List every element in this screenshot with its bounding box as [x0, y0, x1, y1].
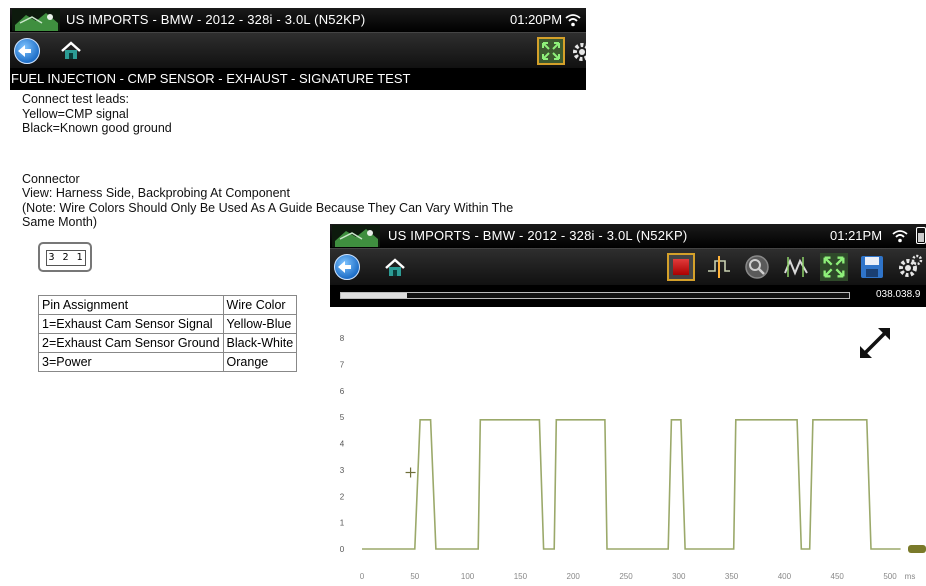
- x-tick-label: 0: [360, 572, 365, 581]
- wifi-icon: [565, 14, 581, 27]
- y-tick-label: 3: [340, 466, 345, 475]
- table-cell: 1=Exhaust Cam Sensor Signal: [38, 314, 224, 334]
- buffer-track[interactable]: [340, 292, 850, 299]
- wifi-icon: [892, 230, 908, 243]
- magnify-icon[interactable]: [743, 253, 771, 281]
- zoom-fit-icon[interactable]: [537, 37, 565, 65]
- clock: 01:20PM: [510, 12, 563, 27]
- scope-screen: US IMPORTS - BMW - 2012 - 328i - 3.0L (N…: [330, 224, 926, 586]
- instruction-line: Black=Known good ground: [22, 121, 172, 135]
- expand-icon[interactable]: [860, 328, 890, 358]
- table-cell: Orange: [222, 352, 298, 372]
- y-tick-label: 8: [340, 334, 345, 343]
- pin-table: Pin Assignment Wire Color 1=Exhaust Cam …: [38, 295, 298, 372]
- vehicle-logo-icon: [332, 225, 380, 247]
- window-title: US IMPORTS - BMW - 2012 - 328i - 3.0L (N…: [388, 228, 688, 243]
- breadcrumb: FUEL INJECTION - CMP SENSOR - EXHAUST - …: [10, 68, 586, 90]
- x-tick-label: 500: [883, 572, 897, 581]
- battery-icon: [916, 227, 926, 244]
- x-tick-label: 150: [514, 572, 528, 581]
- instruction-line: Yellow=CMP signal: [22, 106, 129, 121]
- connector-view: View: Harness Side, Backprobing At Compo…: [22, 186, 290, 200]
- waveform-plot[interactable]: 0 1 2 3 4 5 6 7 8 0 50 100 150 200 250 300 350 400 450 500 m…: [330, 307, 926, 586]
- connector-diagram: 3 2 1: [38, 242, 92, 272]
- home-icon[interactable]: [60, 40, 82, 62]
- record-stop-icon[interactable]: [667, 253, 695, 281]
- connector-note: (Note: Wire Colors Should Only Be Used A…: [22, 200, 514, 215]
- connector-pins: 3 2 1: [46, 250, 86, 266]
- clock: 01:21PM: [830, 228, 883, 243]
- x-tick-label: 350: [725, 572, 739, 581]
- main-toolbar: [10, 32, 586, 69]
- test-instructions: Connect test leads: Yellow=CMP signal Bl…: [22, 92, 582, 230]
- x-tick-label: 50: [410, 572, 419, 581]
- window-title: US IMPORTS - BMW - 2012 - 328i - 3.0L (N…: [66, 12, 366, 27]
- y-tick-label: 4: [340, 440, 345, 449]
- y-tick-label: 0: [340, 545, 345, 554]
- x-tick-label: 300: [672, 572, 686, 581]
- buffer-fill: [341, 293, 408, 298]
- x-tick-label: 250: [619, 572, 633, 581]
- waveform-trace: [362, 419, 901, 550]
- gear-icon[interactable]: [896, 253, 924, 281]
- table-header-row: Pin Assignment Wire Color: [38, 295, 298, 315]
- ground-marker: [908, 545, 926, 553]
- trigger-icon[interactable]: [705, 253, 733, 281]
- table-row: 2=Exhaust Cam Sensor Ground Black-White: [38, 333, 298, 353]
- x-tick-label: 450: [831, 572, 845, 581]
- back-arrow-icon[interactable]: [334, 254, 360, 280]
- x-tick-label: 100: [461, 572, 475, 581]
- buffer-bar: 038.038.9: [330, 285, 926, 307]
- gear-icon[interactable]: [570, 37, 586, 65]
- vehicle-logo-icon: [12, 9, 60, 31]
- table-row: 3=Power Orange: [38, 352, 298, 372]
- cursor-icon[interactable]: [782, 253, 810, 281]
- save-icon[interactable]: [858, 253, 886, 281]
- back-arrow-icon[interactable]: [14, 38, 40, 64]
- x-tick-label: 400: [778, 572, 792, 581]
- table-cell: Yellow-Blue: [222, 314, 298, 334]
- status-bar: US IMPORTS - BMW - 2012 - 328i - 3.0L (N…: [10, 8, 586, 32]
- connector-heading: Connector: [22, 171, 80, 186]
- y-tick-label: 1: [340, 519, 345, 528]
- y-tick-label: 6: [340, 387, 345, 396]
- table-header: Wire Color: [222, 295, 298, 315]
- home-icon[interactable]: [384, 257, 406, 279]
- table-header: Pin Assignment: [38, 295, 224, 315]
- y-tick-label: 2: [340, 492, 345, 501]
- table-cell: 3=Power: [38, 352, 224, 372]
- x-unit-label: ms: [905, 572, 916, 581]
- table-row: 1=Exhaust Cam Sensor Signal Yellow-Blue: [38, 314, 298, 334]
- buffer-counter: 038.038.9: [876, 289, 921, 300]
- y-tick-label: 7: [340, 360, 345, 369]
- table-cell: Black-White: [222, 333, 298, 353]
- status-bar: US IMPORTS - BMW - 2012 - 328i - 3.0L (N…: [330, 224, 926, 248]
- zoom-fit-icon[interactable]: [820, 253, 848, 281]
- table-cell: 2=Exhaust Cam Sensor Ground: [38, 333, 224, 353]
- scope-toolbar: [330, 248, 926, 286]
- y-tick-label: 5: [340, 413, 345, 422]
- instruction-line: Connect test leads:: [22, 92, 130, 106]
- x-tick-label: 200: [567, 572, 581, 581]
